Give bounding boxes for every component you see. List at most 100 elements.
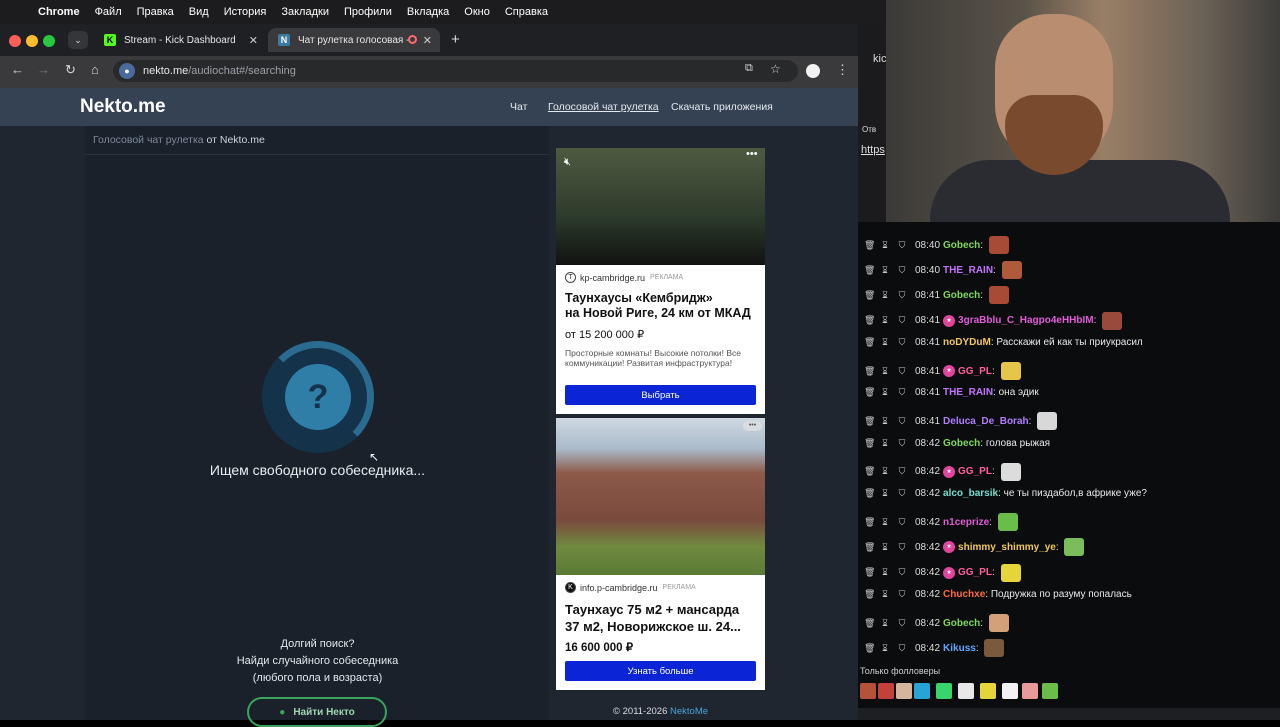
menu-tab[interactable]: Вкладка <box>407 6 449 18</box>
menu-history[interactable]: История <box>224 6 267 18</box>
chat-username[interactable]: Deluca_De_Borah <box>943 416 1029 427</box>
delete-icon[interactable]: 🗑︎ <box>864 542 875 553</box>
chat-username[interactable]: Gobech <box>943 240 980 251</box>
menu-view[interactable]: Вид <box>189 6 209 18</box>
bookmark-star-icon[interactable]: ☆ <box>770 62 781 76</box>
emote-icon[interactable] <box>896 683 912 699</box>
menu-window[interactable]: Окно <box>464 6 490 18</box>
ad-image[interactable] <box>556 148 765 265</box>
ad-title[interactable]: Таунхаусы «Кембридж» на Новой Риге, 24 км… <box>565 291 751 321</box>
delete-icon[interactable]: 🗑︎ <box>864 589 875 600</box>
menu-help[interactable]: Справка <box>505 6 548 18</box>
chat-username[interactable]: 3graBblu_C_Hagpo4eHHbIM <box>958 315 1094 326</box>
close-window-button[interactable] <box>9 35 21 47</box>
delete-icon[interactable]: 🗑︎ <box>864 366 875 377</box>
ad-choose-button[interactable]: Выбрать <box>565 385 756 405</box>
nav-download-apps[interactable]: Скачать приложения <box>671 101 773 113</box>
delete-icon[interactable]: 🗑︎ <box>864 240 875 251</box>
emote-icon[interactable] <box>1042 683 1058 699</box>
nav-chat[interactable]: Чат <box>510 101 527 113</box>
emote-icon[interactable] <box>878 683 894 699</box>
timeout-icon[interactable]: ⏳︎ <box>881 643 889 654</box>
chat-username[interactable]: alco_barsik <box>943 488 998 499</box>
tab-kick-dashboard[interactable]: K Stream - Kick Dashboard ✕ <box>94 28 266 52</box>
timeout-icon[interactable]: ⏳︎ <box>881 438 889 449</box>
delete-icon[interactable]: 🗑︎ <box>864 517 875 528</box>
menu-file[interactable]: Файл <box>95 6 122 18</box>
emote-icon[interactable] <box>936 683 952 699</box>
ad-source[interactable]: Tkp-cambridge.ru РЕКЛАМА <box>565 272 683 283</box>
chat-username[interactable]: GG_PL <box>958 567 992 578</box>
tab-search-icon[interactable]: ⌄ <box>68 31 88 49</box>
timeout-icon[interactable]: ⏳︎ <box>881 265 889 276</box>
chat-username[interactable]: Gobech <box>943 438 980 449</box>
chat-username[interactable]: Chuchxe <box>943 589 985 600</box>
emote-icon[interactable] <box>860 683 876 699</box>
minimize-window-button[interactable] <box>26 35 38 47</box>
close-tab-icon[interactable]: ✕ <box>423 34 432 47</box>
emote-icon[interactable] <box>980 683 996 699</box>
find-nekto-button[interactable]: ● Найти Некто <box>247 697 387 727</box>
emote-icon[interactable] <box>1022 683 1038 699</box>
chat-username[interactable]: THE_RAIN <box>943 387 993 398</box>
menu-bookmarks[interactable]: Закладки <box>281 6 329 18</box>
new-tab-icon[interactable]: + <box>451 31 460 48</box>
overlay-link[interactable]: https <box>861 144 885 156</box>
delete-icon[interactable]: 🗑︎ <box>864 290 875 301</box>
timeout-icon[interactable]: ⏳︎ <box>881 387 889 398</box>
microphone-icon[interactable]: ● <box>119 63 135 79</box>
delete-icon[interactable]: 🗑︎ <box>864 315 875 326</box>
chat-input[interactable] <box>858 708 1280 720</box>
timeout-icon[interactable]: ⏳︎ <box>881 416 889 427</box>
delete-icon[interactable]: 🗑︎ <box>864 466 875 477</box>
delete-icon[interactable]: 🗑︎ <box>864 387 875 398</box>
timeout-icon[interactable]: ⏳︎ <box>881 542 889 553</box>
ad-options-icon[interactable]: ••• <box>746 148 758 160</box>
menu-edit[interactable]: Правка <box>137 6 174 18</box>
copyright-link[interactable]: NektoMe <box>670 706 708 717</box>
chat-username[interactable]: n1ceprize <box>943 517 989 528</box>
delete-icon[interactable]: 🗑︎ <box>864 488 875 499</box>
forward-icon[interactable]: → <box>37 62 50 77</box>
chat-username[interactable]: Gobech <box>943 618 980 629</box>
timeout-icon[interactable]: ⏳︎ <box>881 366 889 377</box>
install-app-icon[interactable]: ⧉ <box>745 62 753 75</box>
chat-username[interactable]: GG_PL <box>958 466 992 477</box>
menu-kebab-icon[interactable]: ⋮ <box>836 62 849 78</box>
emote-icon[interactable] <box>1002 683 1018 699</box>
reload-icon[interactable]: ↻ <box>65 62 76 78</box>
chat-username[interactable]: GG_PL <box>958 366 992 377</box>
emote-icon[interactable] <box>958 683 974 699</box>
profile-avatar[interactable] <box>806 64 820 78</box>
ad-image[interactable] <box>556 418 765 575</box>
chat-username[interactable]: shimmy_shimmy_ye <box>958 542 1056 553</box>
breadcrumb-link[interactable]: Голосовой чат рулетка <box>93 134 204 146</box>
menu-app[interactable]: Chrome <box>38 6 80 18</box>
ad-options-icon[interactable]: ••• <box>743 421 762 431</box>
delete-icon[interactable]: 🗑︎ <box>864 567 875 578</box>
menu-profiles[interactable]: Профили <box>344 6 392 18</box>
delete-icon[interactable]: 🗑︎ <box>864 265 875 276</box>
delete-icon[interactable]: 🗑︎ <box>864 618 875 629</box>
ad-title[interactable]: Таунхаус 75 м2 + мансарда 37 м2, Новорижс… <box>565 601 741 635</box>
timeout-icon[interactable]: ⏳︎ <box>881 337 889 348</box>
ad-learn-more-button[interactable]: Узнать больше <box>565 661 756 681</box>
timeout-icon[interactable]: ⏳︎ <box>881 488 889 499</box>
delete-icon[interactable]: 🗑︎ <box>864 438 875 449</box>
timeout-icon[interactable]: ⏳︎ <box>881 290 889 301</box>
delete-icon[interactable]: 🗑︎ <box>864 337 875 348</box>
delete-icon[interactable]: 🗑︎ <box>864 416 875 427</box>
nav-voice-chat[interactable]: Голосовой чат рулетка <box>548 101 659 113</box>
chat-username[interactable]: Gobech <box>943 290 980 301</box>
emote-icon[interactable] <box>914 683 930 699</box>
tab-nekto-chat[interactable]: N Чат рулетка голосовая - ✕ <box>268 28 440 52</box>
timeout-icon[interactable]: ⏳︎ <box>881 589 889 600</box>
timeout-icon[interactable]: ⏳︎ <box>881 517 889 528</box>
back-icon[interactable]: ← <box>11 62 24 77</box>
timeout-icon[interactable]: ⏳︎ <box>881 618 889 629</box>
timeout-icon[interactable]: ⏳︎ <box>881 466 889 477</box>
chat-username[interactable]: noDYDuM <box>943 337 991 348</box>
chat-username[interactable]: THE_RAIN <box>943 265 993 276</box>
site-logo[interactable]: Nekto.me <box>80 96 166 118</box>
chat-username[interactable]: Kikuss <box>943 643 976 654</box>
